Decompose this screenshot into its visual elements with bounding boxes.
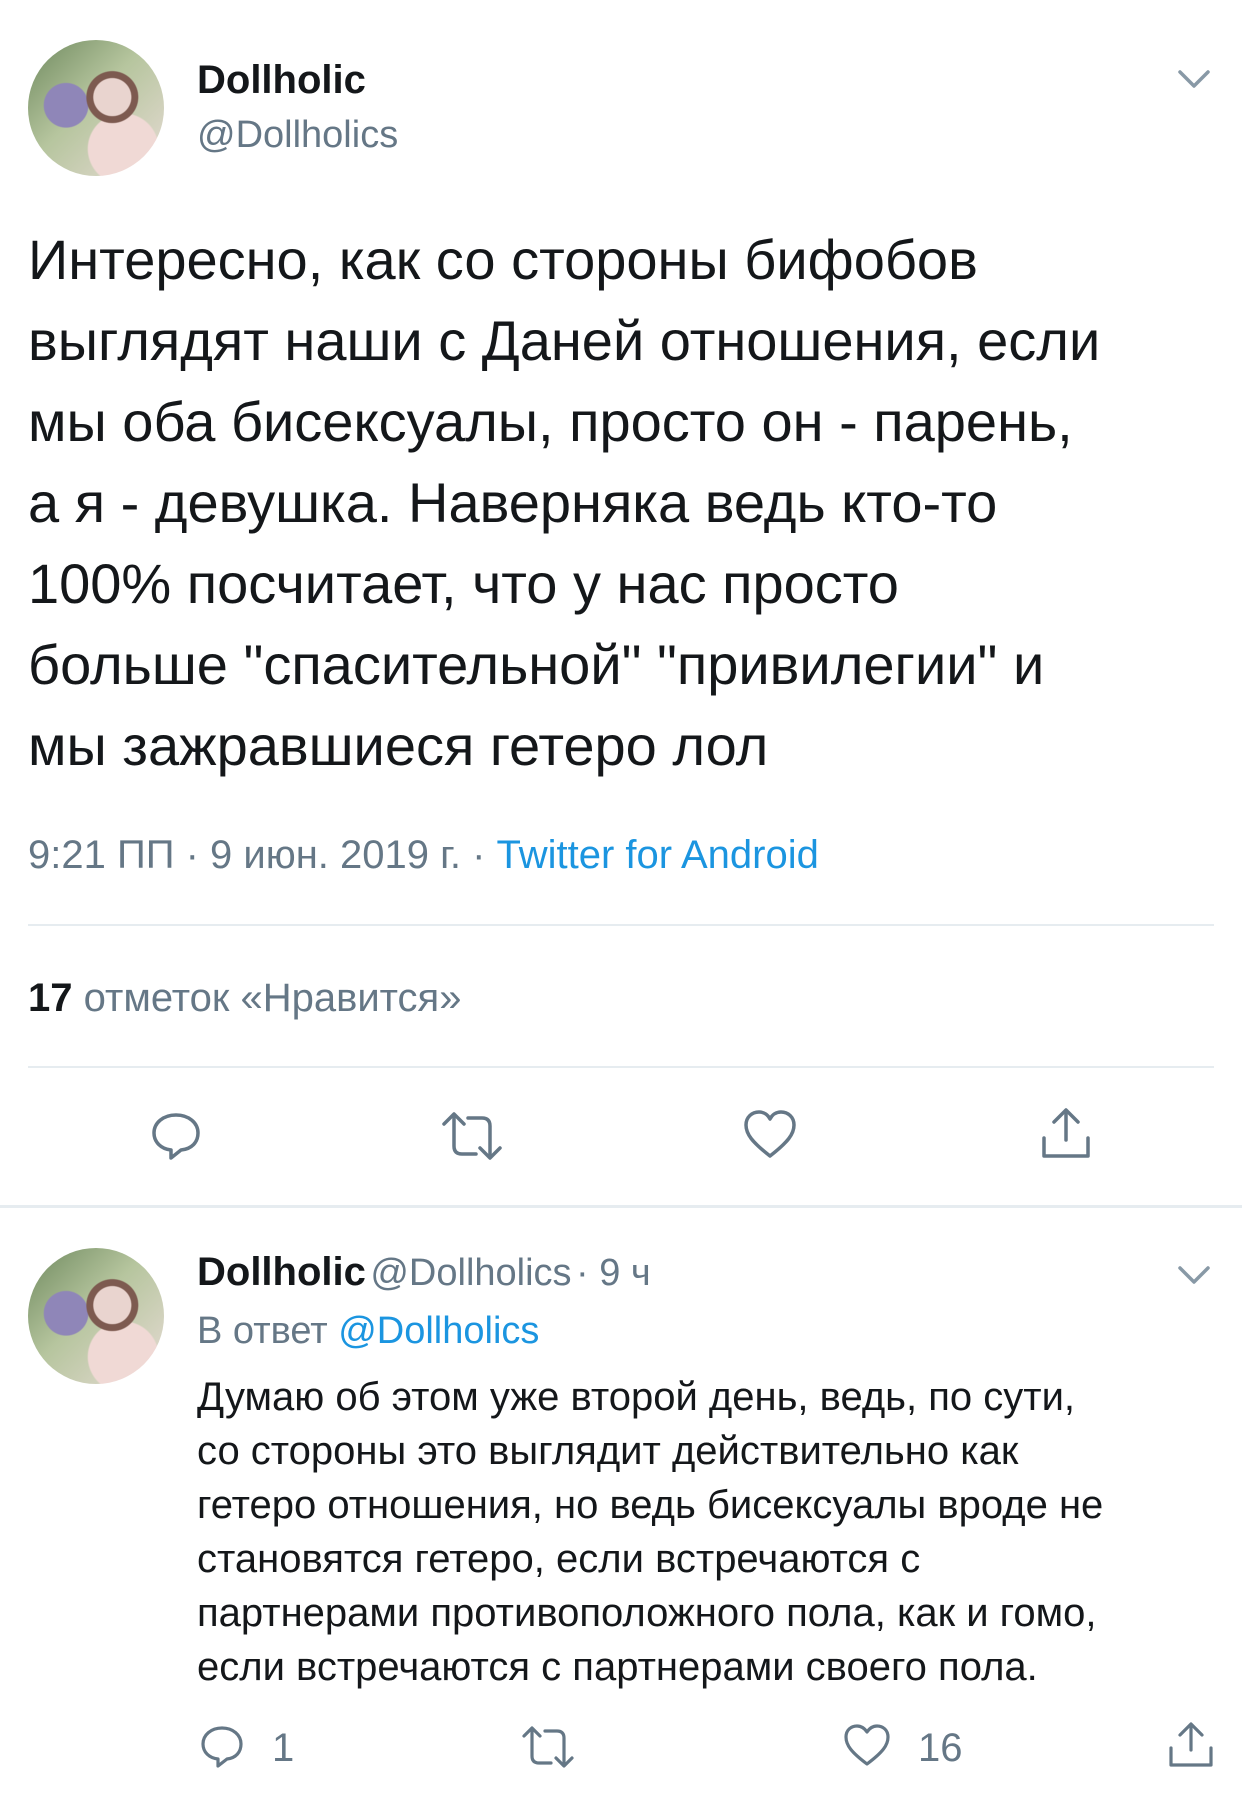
retweet-icon[interactable] [520,1724,576,1770]
heart-icon[interactable] [742,1108,798,1160]
like-count: 16 [918,1726,963,1770]
likes-count: 17 [28,976,73,1020]
reply-author-handle[interactable]: @Dollholics [370,1252,571,1294]
tweet-text: Интересно, как со стороны бифобов выгляд… [28,228,1101,777]
reply-header: Dollholic @Dollholics · 9 ч [197,1250,651,1295]
in-reply-to: В ответ @Dollholics [197,1310,539,1353]
share-icon[interactable] [1038,1106,1094,1162]
reply-text: Думаю об этом уже второй день, ведь, по … [197,1375,1104,1689]
reply-author-name[interactable]: Dollholic [197,1250,366,1294]
author-handle[interactable]: @Dollholics [197,114,398,157]
in-reply-prefix: В ответ [197,1310,339,1352]
chevron-down-icon[interactable] [1174,58,1214,98]
tweet-timestamp[interactable]: 9:21 ПП · 9 июн. 2019 г. · [28,833,497,877]
divider [28,924,1214,926]
tweet-separator [0,1205,1242,1208]
tweet-source-link[interactable]: Twitter for Android [497,833,819,877]
chevron-down-icon[interactable] [1174,1254,1214,1294]
tweet-meta: 9:21 ПП · 9 июн. 2019 г. · Twitter for A… [28,833,819,878]
retweet-icon[interactable] [440,1110,504,1162]
reply-icon[interactable] [148,1107,204,1163]
reply-icon[interactable] [198,1722,246,1770]
likes-label: отметок «Нравится» [83,976,462,1020]
reply-author-avatar[interactable] [28,1248,164,1384]
author-avatar[interactable] [28,40,164,176]
reply-time[interactable]: · 9 ч [576,1252,651,1294]
heart-icon[interactable] [842,1722,892,1768]
in-reply-handle-link[interactable]: @Dollholics [338,1310,539,1352]
author-name[interactable]: Dollholic [197,58,366,103]
share-icon[interactable] [1166,1720,1216,1770]
likes-summary[interactable]: 17 отметок «Нравится» [28,976,461,1021]
divider [28,1066,1214,1068]
reply-count: 1 [272,1726,295,1770]
